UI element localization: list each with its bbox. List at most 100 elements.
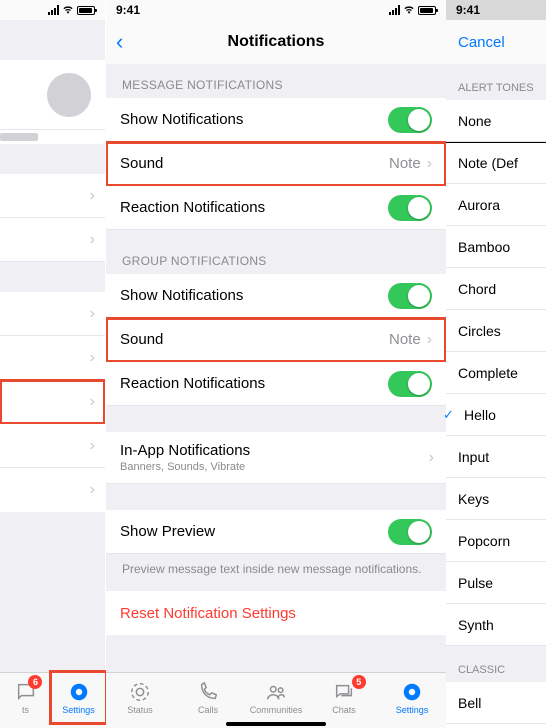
- row-show-preview[interactable]: Show Preview: [106, 510, 446, 554]
- tone-row[interactable]: Bamboo: [446, 226, 546, 268]
- gear-icon: [400, 681, 424, 703]
- toggle-on[interactable]: [388, 107, 432, 133]
- cell-label: Show Notifications: [120, 111, 243, 128]
- cell-label: Reaction Notifications: [120, 375, 265, 392]
- tab-label: ts: [22, 705, 29, 715]
- cell-label: In-App Notifications: [120, 442, 250, 459]
- tone-row[interactable]: None: [446, 100, 546, 142]
- toggle-on[interactable]: [388, 371, 432, 397]
- row-reaction-msg[interactable]: Reaction Notifications: [106, 186, 446, 230]
- section-header-message: MESSAGE NOTIFICATIONS: [106, 64, 446, 98]
- chevron-right-icon: ›: [90, 437, 95, 455]
- toggle-on[interactable]: [388, 195, 432, 221]
- gear-icon: [67, 681, 91, 703]
- tone-label: Aurora: [458, 197, 500, 213]
- cell-label: Show Preview: [120, 523, 215, 540]
- status-bar: [0, 0, 105, 20]
- chevron-right-icon: ›: [90, 305, 95, 323]
- list-item[interactable]: ›: [0, 424, 105, 468]
- tone-row[interactable]: Synth: [446, 604, 546, 646]
- tab-label: Settings: [396, 705, 429, 715]
- avatar: [47, 73, 91, 117]
- battery-icon: [77, 6, 95, 15]
- row-reaction-group[interactable]: Reaction Notifications: [106, 362, 446, 406]
- tab-label: Communities: [250, 705, 303, 715]
- tone-row[interactable]: Note (Def: [446, 142, 546, 184]
- tone-label: Keys: [458, 491, 489, 507]
- list-item-highlighted[interactable]: ›: [0, 380, 105, 424]
- chevron-right-icon: ›: [90, 187, 95, 205]
- chevron-right-icon: ›: [427, 155, 432, 173]
- section-header-group: GROUP NOTIFICATIONS: [106, 230, 446, 274]
- row-show-notifications-group[interactable]: Show Notifications: [106, 274, 446, 318]
- status-time: 9:41: [116, 3, 140, 17]
- list-item[interactable]: ›: [0, 336, 105, 380]
- battery-icon: [418, 6, 436, 15]
- cancel-button[interactable]: Cancel: [458, 34, 505, 51]
- toggle-on[interactable]: [388, 283, 432, 309]
- tone-label: None: [458, 113, 491, 129]
- cellular-signal-icon: [389, 5, 400, 15]
- toggle-on[interactable]: [388, 519, 432, 545]
- checkmark-icon: ✓: [443, 407, 454, 423]
- tone-row[interactable]: Popcorn: [446, 520, 546, 562]
- cell-label: Sound: [120, 155, 163, 172]
- cell-subtitle: Banners, Sounds, Vibrate: [120, 461, 245, 473]
- wifi-icon: [403, 5, 415, 15]
- row-reset[interactable]: Reset Notification Settings: [106, 591, 446, 635]
- chevron-right-icon: ›: [429, 449, 434, 467]
- tone-label: Chord: [458, 281, 496, 297]
- list-item[interactable]: ›: [0, 218, 105, 262]
- tone-label: Bell: [458, 695, 481, 711]
- back-button[interactable]: ‹: [116, 29, 123, 55]
- chevron-right-icon: ›: [90, 481, 95, 499]
- row-show-notifications-msg[interactable]: Show Notifications: [106, 98, 446, 142]
- tab-chats[interactable]: 5 Chats: [310, 673, 378, 722]
- tone-row[interactable]: Circles: [446, 310, 546, 352]
- tab-calls[interactable]: Calls: [174, 673, 242, 722]
- wifi-icon: [62, 5, 74, 15]
- cell-label: Show Notifications: [120, 287, 243, 304]
- tab-partial[interactable]: 6 ts: [0, 673, 52, 722]
- cellular-signal-icon: [48, 5, 59, 15]
- row-inapp[interactable]: In-App Notifications Banners, Sounds, Vi…: [106, 432, 446, 484]
- list-item[interactable]: ›: [0, 174, 105, 218]
- tone-row[interactable]: Complete: [446, 352, 546, 394]
- tab-settings[interactable]: Settings: [52, 673, 105, 722]
- list-item[interactable]: ›: [0, 292, 105, 336]
- cell-label: Reaction Notifications: [120, 199, 265, 216]
- profile-row[interactable]: [0, 60, 105, 130]
- preview-footer: Preview message text inside new message …: [106, 554, 446, 591]
- list-item[interactable]: ›: [0, 468, 105, 512]
- chevron-right-icon: ›: [427, 331, 432, 349]
- status-ring-icon: [128, 681, 152, 703]
- nav-bar: ‹ Notifications: [106, 20, 446, 64]
- tone-label: Hello: [464, 407, 496, 423]
- tone-row[interactable]: ✓ Hello: [446, 394, 546, 436]
- tone-row[interactable]: Chord: [446, 268, 546, 310]
- tone-row[interactable]: Pulse: [446, 562, 546, 604]
- tab-communities[interactable]: Communities: [242, 673, 310, 722]
- row-sound-msg[interactable]: Sound Note ›: [106, 142, 446, 186]
- tab-bar: Status Calls Communities 5 Chats Setti: [106, 672, 446, 728]
- tab-bar: 6 ts Settings: [0, 672, 105, 728]
- tab-status[interactable]: Status: [106, 673, 174, 722]
- page-title: Notifications: [228, 33, 325, 51]
- row-sound-group[interactable]: Sound Note ›: [106, 318, 446, 362]
- cell-label: Reset Notification Settings: [120, 605, 296, 622]
- cell-value: Note: [389, 331, 421, 348]
- tone-row[interactable]: Aurora: [446, 184, 546, 226]
- tab-label: Settings: [62, 705, 95, 715]
- tone-row[interactable]: Keys: [446, 478, 546, 520]
- tone-label: Synth: [458, 617, 494, 633]
- tab-settings[interactable]: Settings: [378, 673, 446, 722]
- tone-row[interactable]: Input: [446, 436, 546, 478]
- tab-label: Chats: [332, 705, 356, 715]
- nav-bar: Cancel: [446, 20, 546, 64]
- cell-value: Note: [389, 155, 421, 172]
- tone-row[interactable]: Bell: [446, 682, 546, 724]
- chevron-right-icon: ›: [90, 393, 95, 411]
- tone-label: Popcorn: [458, 533, 510, 549]
- tab-label: Status: [127, 705, 153, 715]
- tone-label: Bamboo: [458, 239, 510, 255]
